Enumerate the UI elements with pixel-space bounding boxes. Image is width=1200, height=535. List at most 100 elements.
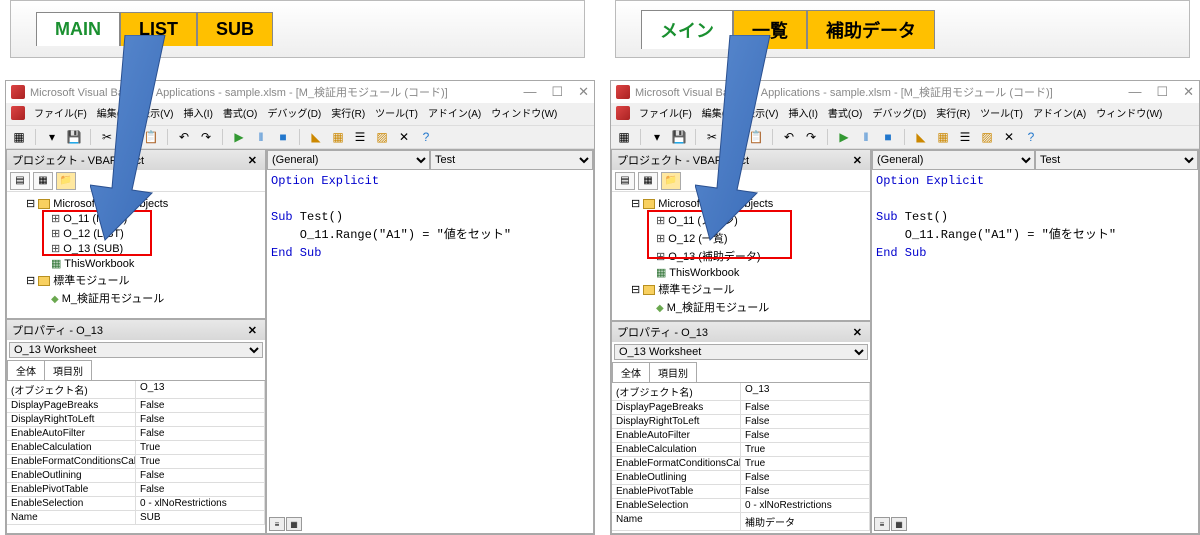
undo-icon[interactable]: ↶	[176, 129, 192, 145]
cut-icon[interactable]: ✂	[99, 129, 115, 145]
toggle-folders-icon[interactable]: 📁	[56, 172, 76, 190]
help-icon[interactable]: ?	[1023, 129, 1039, 145]
tab-sub[interactable]: SUB	[197, 12, 273, 46]
toggle-folders-icon[interactable]: 📁	[661, 172, 681, 190]
menu-edit[interactable]: 編集(E)	[93, 103, 134, 122]
prop-value[interactable]: True	[136, 455, 265, 469]
copy-icon[interactable]: ⎘	[121, 129, 137, 145]
menu-addins[interactable]: アドイン(A)	[424, 103, 485, 122]
cut-icon[interactable]: ✂	[704, 129, 720, 145]
tree-folder-modules[interactable]: ⊟ 標準モジュール	[11, 271, 261, 289]
minimize-button[interactable]: —	[523, 84, 536, 100]
panel-close-icon[interactable]: ✕	[245, 324, 260, 337]
view-code-icon[interactable]: ▤	[10, 172, 30, 190]
procedure-dropdown[interactable]: Test	[430, 150, 593, 170]
menu-debug[interactable]: デバッグ(D)	[263, 103, 325, 122]
stop-icon[interactable]: ■	[275, 129, 291, 145]
design-mode-icon[interactable]: ◣	[308, 129, 324, 145]
design-mode-icon[interactable]: ◣	[913, 129, 929, 145]
menu-window[interactable]: ウィンドウ(W)	[1092, 103, 1166, 122]
menu-run[interactable]: 実行(R)	[932, 103, 974, 122]
tree-workbook[interactable]: ThisWorkbook	[616, 265, 866, 280]
view-object-icon[interactable]: ▦	[638, 172, 658, 190]
tree-folder-objects[interactable]: ⊟ Microsoft Excel Objects	[11, 196, 261, 211]
tree-sheet-1[interactable]: O_11 (メイン)	[616, 211, 866, 229]
tree-module[interactable]: M_検証用モジュール	[616, 298, 866, 316]
tab-list[interactable]: LIST	[120, 12, 197, 46]
prop-value[interactable]: 補助データ	[741, 513, 870, 531]
tab-sub[interactable]: 補助データ	[807, 10, 935, 49]
prop-value[interactable]: False	[741, 485, 870, 499]
menu-tools[interactable]: ツール(T)	[976, 103, 1027, 122]
menu-debug[interactable]: デバッグ(D)	[868, 103, 930, 122]
toolbox-icon[interactable]: ✕	[1001, 129, 1017, 145]
close-button[interactable]: ✕	[1183, 84, 1194, 100]
properties-icon[interactable]: ☰	[957, 129, 973, 145]
paste-icon[interactable]: 📋	[748, 129, 764, 145]
menu-insert[interactable]: 挿入(I)	[784, 103, 821, 122]
menu-view[interactable]: 表示(V)	[136, 103, 177, 122]
tree-sheet-1[interactable]: O_11 (MAIN)	[11, 211, 261, 226]
tree-folder-modules[interactable]: ⊟ 標準モジュール	[616, 280, 866, 298]
view-code-icon[interactable]: ▤	[615, 172, 635, 190]
object-browser-icon[interactable]: ▨	[979, 129, 995, 145]
view-object-icon[interactable]: ▦	[33, 172, 53, 190]
prop-value[interactable]: False	[741, 429, 870, 443]
prop-value[interactable]: 0 - xlNoRestrictions	[741, 499, 870, 513]
panel-close-icon[interactable]: ✕	[850, 154, 865, 167]
tab-main[interactable]: メイン	[641, 10, 733, 49]
menu-format[interactable]: 書式(O)	[219, 103, 261, 122]
full-module-view-icon[interactable]: ▦	[286, 517, 302, 531]
project-explorer-icon[interactable]: ▦	[935, 129, 951, 145]
paste-icon[interactable]: 📋	[143, 129, 159, 145]
prop-value[interactable]: False	[136, 427, 265, 441]
tab-main[interactable]: MAIN	[36, 12, 120, 46]
procedure-dropdown[interactable]: Test	[1035, 150, 1198, 170]
menu-file[interactable]: ファイル(F)	[30, 103, 91, 122]
tree-sheet-2[interactable]: O_12 (一覧)	[616, 229, 866, 247]
redo-icon[interactable]: ↷	[803, 129, 819, 145]
prop-value[interactable]: False	[741, 471, 870, 485]
menu-view[interactable]: 表示(V)	[741, 103, 782, 122]
menu-file[interactable]: ファイル(F)	[635, 103, 696, 122]
props-tab-general[interactable]: 全体	[612, 362, 650, 382]
run-icon[interactable]: ▶	[836, 129, 852, 145]
tree-folder-objects[interactable]: ⊟ Microsoft Excel Objects	[616, 196, 866, 211]
prop-value[interactable]: False	[136, 399, 265, 413]
pause-icon[interactable]: ‖	[253, 129, 269, 145]
prop-value[interactable]: True	[741, 443, 870, 457]
panel-close-icon[interactable]: ✕	[245, 154, 260, 167]
minimize-button[interactable]: —	[1128, 84, 1141, 100]
prop-value[interactable]: True	[741, 457, 870, 471]
menu-format[interactable]: 書式(O)	[824, 103, 866, 122]
prop-value[interactable]: SUB	[136, 511, 265, 525]
copy-icon[interactable]: ⎘	[726, 129, 742, 145]
menu-insert[interactable]: 挿入(I)	[179, 103, 216, 122]
procedure-view-icon[interactable]: ≡	[874, 517, 890, 531]
tree-sheet-3[interactable]: O_13 (SUB)	[11, 241, 261, 256]
prop-value[interactable]: O_13	[136, 381, 265, 399]
code-editor[interactable]: Option Explicit Sub Test() O_11.Range("A…	[872, 170, 1198, 533]
maximize-button[interactable]: ☐	[1156, 84, 1168, 100]
insert-icon[interactable]: ▾	[44, 129, 60, 145]
run-icon[interactable]: ▶	[231, 129, 247, 145]
insert-icon[interactable]: ▾	[649, 129, 665, 145]
prop-value[interactable]: False	[741, 415, 870, 429]
object-selector[interactable]: O_13 Worksheet	[9, 342, 263, 358]
properties-icon[interactable]: ☰	[352, 129, 368, 145]
menu-window[interactable]: ウィンドウ(W)	[487, 103, 561, 122]
prop-value[interactable]: O_13	[741, 383, 870, 401]
view-excel-icon[interactable]: ▦	[616, 129, 632, 145]
stop-icon[interactable]: ■	[880, 129, 896, 145]
prop-value[interactable]: False	[741, 401, 870, 415]
prop-value[interactable]: False	[136, 469, 265, 483]
code-editor[interactable]: Option Explicit Sub Test() O_11.Range("A…	[267, 170, 593, 533]
prop-value[interactable]: False	[136, 413, 265, 427]
procedure-view-icon[interactable]: ≡	[269, 517, 285, 531]
save-icon[interactable]: 💾	[66, 129, 82, 145]
menu-addins[interactable]: アドイン(A)	[1029, 103, 1090, 122]
panel-close-icon[interactable]: ✕	[850, 326, 865, 339]
menu-tools[interactable]: ツール(T)	[371, 103, 422, 122]
view-excel-icon[interactable]: ▦	[11, 129, 27, 145]
toolbox-icon[interactable]: ✕	[396, 129, 412, 145]
